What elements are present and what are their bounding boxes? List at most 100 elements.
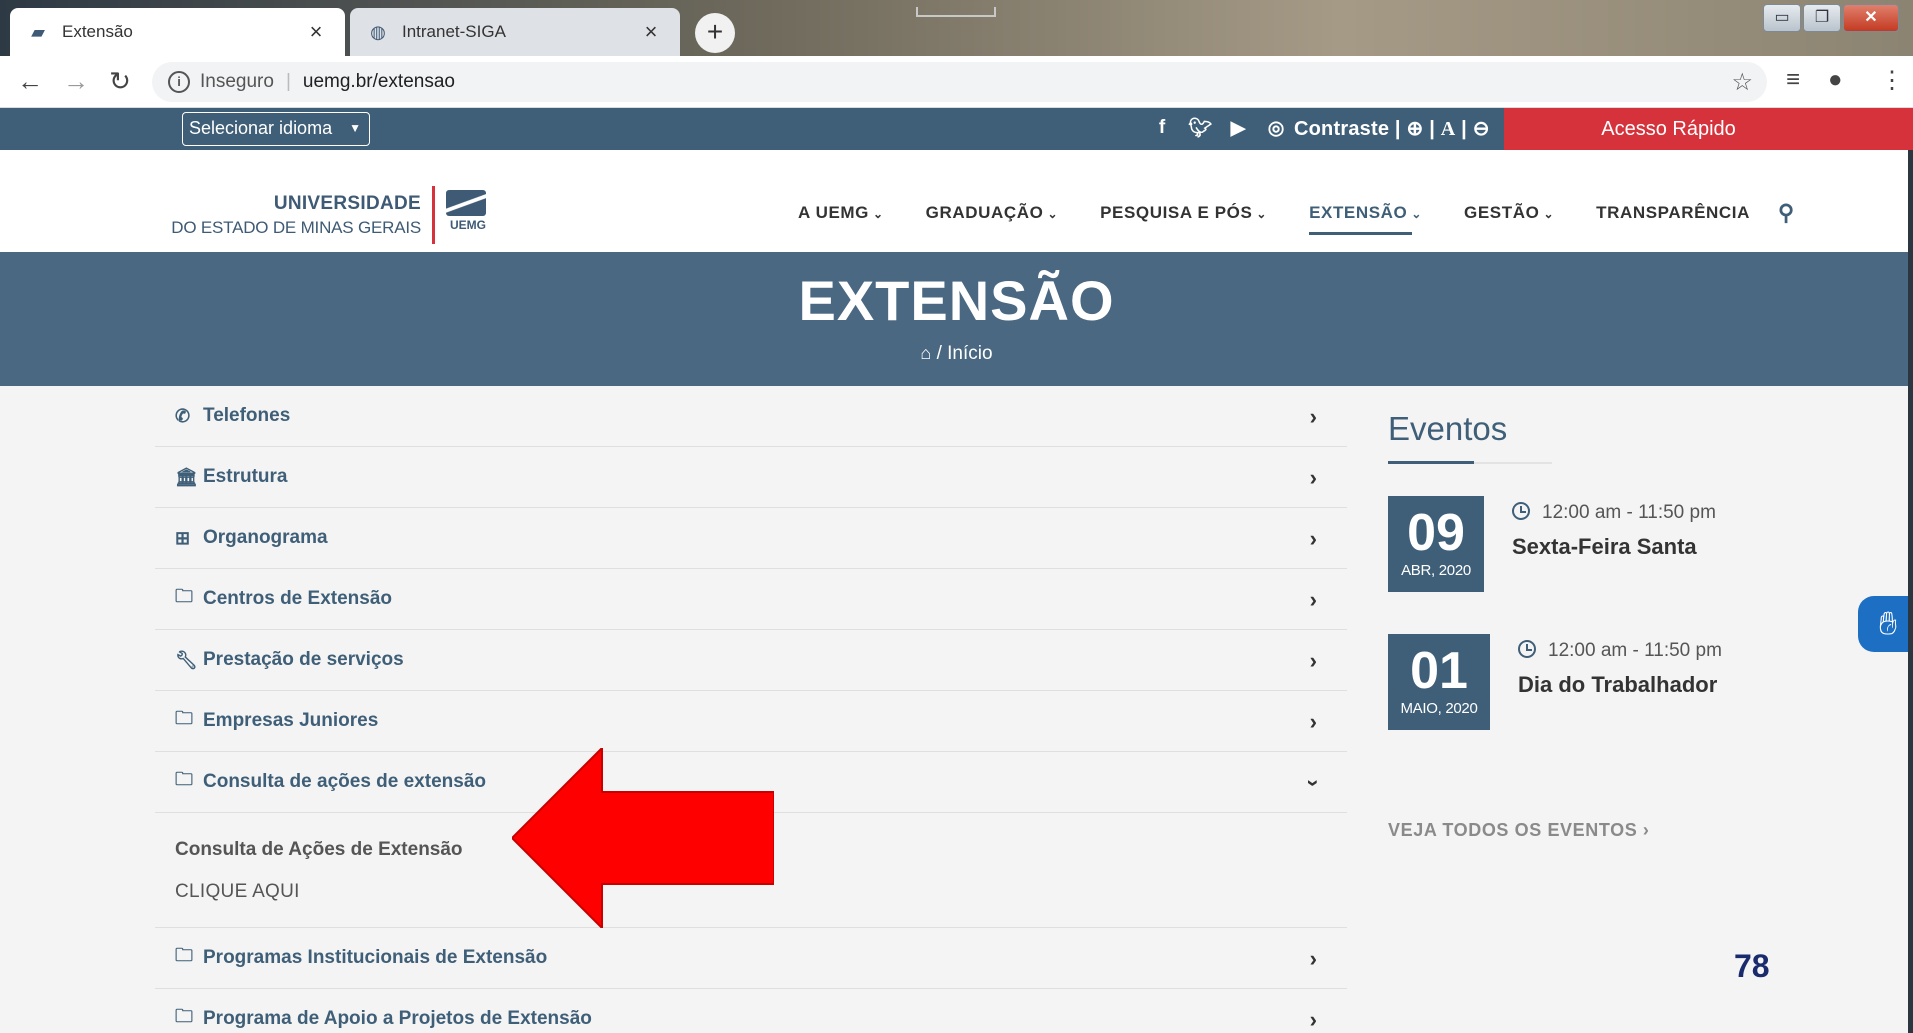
url-text[interactable]: uemg.br/extensao — [303, 71, 455, 93]
breadcrumb-current[interactable]: Início — [947, 343, 992, 364]
nav-item-transparencia[interactable]: TRANSPARÊNCIA — [1596, 203, 1750, 223]
nav-label: PESQUISA E PÓS — [1100, 203, 1253, 222]
search-icon[interactable]: ⚲ — [1778, 200, 1795, 226]
phone-icon: ✆ — [175, 405, 191, 426]
tab-extensao[interactable]: ▰ Extensão × — [10, 8, 345, 56]
zoom-out-icon[interactable]: ⊖ — [1473, 118, 1490, 140]
accordion-label: Prestação de serviços — [203, 649, 404, 670]
folder-icon: 🗀 — [175, 586, 193, 606]
instagram-icon[interactable]: ◎ — [1264, 117, 1288, 140]
chevron-right-icon: › — [1309, 648, 1317, 673]
accordion-label: Programa de Apoio a Projetos de Extensão — [203, 1008, 592, 1029]
chevron-right-icon: › — [1309, 1007, 1317, 1032]
chevron-right-icon: › — [1309, 526, 1317, 551]
reload-icon[interactable]: ↻ — [104, 66, 136, 96]
profile-avatar-icon[interactable]: ● — [1828, 66, 1843, 94]
chevron-down-icon: ⌄ — [1543, 207, 1555, 221]
new-tab-button[interactable]: + — [695, 13, 735, 53]
accordion-label: Centros de Extensão — [203, 588, 392, 609]
heading-underline — [1388, 461, 1552, 464]
event-item[interactable]: 01 MAIO, 2020 12:00 am - 11:50 pm Dia do… — [1388, 634, 1722, 730]
logo-symbol — [446, 190, 486, 216]
accordion-item-empresas[interactable]: 🗀 Empresas Juniores › — [155, 691, 1347, 752]
see-all-events-link[interactable]: VEJA TODOS OS EVENTOS › — [1388, 820, 1650, 841]
accordion-item-telefones[interactable]: ✆ Telefones › — [155, 386, 1347, 447]
address-bar[interactable]: i Inseguro | uemg.br/extensao ☆ — [152, 62, 1767, 102]
font-size-button[interactable]: A — [1441, 118, 1456, 140]
nav-item-graduacao[interactable]: GRADUAÇÃO ⌄ — [926, 203, 1058, 223]
events-widget: Eventos 09 ABR, 2020 12:00 am - 11:50 pm… — [1388, 410, 1788, 730]
info-icon[interactable]: i — [168, 71, 190, 93]
nav-label: GESTÃO — [1464, 203, 1540, 222]
chevron-right-icon: › — [1309, 465, 1317, 490]
nav-label: A UEMG — [798, 203, 869, 222]
globe-icon: ◍ — [370, 21, 386, 42]
page-banner: EXTENSÃO ⌂ / Início — [0, 252, 1913, 386]
accordion-label: Estrutura — [203, 466, 288, 487]
event-title[interactable]: Sexta-Feira Santa — [1512, 534, 1716, 560]
accordion-label: Programas Institucionais de Extensão — [203, 947, 548, 968]
tab-intranet-siga[interactable]: ◍ Intranet-SIGA × — [350, 8, 680, 56]
quick-access-button[interactable]: Acesso Rápido — [1504, 108, 1913, 150]
logo-line1: UNIVERSIDADE — [273, 193, 421, 214]
accordion-item-organograma[interactable]: ⊞ Organograma › — [155, 508, 1347, 569]
forward-arrow-icon[interactable]: → — [60, 66, 92, 96]
breadcrumb: ⌂ / Início — [0, 343, 1913, 365]
accordion-item-centros[interactable]: 🗀 Centros de Extensão › — [155, 569, 1347, 630]
close-tab-icon[interactable]: × — [303, 19, 329, 45]
maximize-icon[interactable]: ❐ — [1803, 4, 1841, 32]
sign-language-icon[interactable]: ✋︎ — [1858, 596, 1913, 652]
event-month: ABR, 2020 — [1401, 562, 1471, 579]
event-item[interactable]: 09 ABR, 2020 12:00 am - 11:50 pm Sexta-F… — [1388, 496, 1716, 592]
accordion-item-programas[interactable]: 🗀 Programas Institucionais de Extensão › — [155, 928, 1347, 989]
minimize-icon[interactable]: ▭ — [1763, 4, 1801, 32]
close-tab-icon[interactable]: × — [638, 19, 664, 45]
close-window-icon[interactable]: ✕ — [1843, 4, 1899, 32]
back-arrow-icon[interactable]: ← — [14, 66, 46, 96]
facebook-icon[interactable]: f — [1150, 117, 1174, 139]
chevron-down-icon: ⌄ — [1411, 207, 1423, 221]
nav-label: GRADUAÇÃO — [925, 203, 1044, 222]
media-control-icon[interactable]: ≡ — [1786, 66, 1800, 94]
event-time: 12:00 am - 11:50 pm — [1518, 640, 1722, 662]
event-title[interactable]: Dia do Trabalhador — [1518, 672, 1722, 698]
chevron-down-icon: › — [1301, 779, 1327, 787]
sitemap-icon: ⊞ — [175, 527, 191, 548]
twitter-icon[interactable]: 🐦︎ — [1188, 116, 1212, 140]
accordion-item-estrutura[interactable]: 🏛︎ Estrutura › — [155, 447, 1347, 508]
accordion-label: Consulta de ações de extensão — [203, 771, 486, 792]
extension-accordion: ✆ Telefones › 🏛︎ Estrutura › ⊞ Organogra… — [155, 386, 1347, 1033]
event-day: 09 — [1407, 504, 1465, 562]
address-separator: | — [285, 71, 291, 92]
event-month: MAIO, 2020 — [1400, 700, 1478, 717]
contrast-toggle[interactable]: Contraste | — [1294, 118, 1401, 140]
accordion-item-apoio[interactable]: 🗀 Programa de Apoio a Projetos de Extens… — [155, 989, 1347, 1033]
clock-icon — [1512, 502, 1530, 520]
events-heading: Eventos — [1388, 410, 1508, 447]
chevron-right-icon: › — [1309, 709, 1317, 734]
zoom-in-icon[interactable]: ⊕ — [1406, 118, 1423, 140]
bookmark-star-icon[interactable]: ☆ — [1731, 68, 1753, 97]
window-drag-handle[interactable] — [916, 7, 996, 17]
university-logo[interactable]: UNIVERSIDADE DO ESTADO DE MINAS GERAIS — [171, 192, 421, 240]
window-controls: ▭ ❐ ✕ — [1763, 4, 1899, 32]
uemg-logo-icon[interactable]: UEMG — [446, 190, 490, 240]
accordion-item-prestacao[interactable]: 🔧︎ Prestação de serviços › — [155, 630, 1347, 691]
kebab-menu-icon[interactable]: ⋮ — [1880, 66, 1904, 95]
nav-item-pesquisa[interactable]: PESQUISA E PÓS ⌄ — [1100, 203, 1267, 223]
event-info: 12:00 am - 11:50 pm Sexta-Feira Santa — [1512, 502, 1716, 592]
browser-toolbar: ← → ↻ i Inseguro | uemg.br/extensao ☆ ≡ … — [0, 56, 1913, 108]
nav-item-gestao[interactable]: GESTÃO ⌄ — [1464, 203, 1554, 223]
tab-label: Extensão — [62, 22, 133, 41]
home-icon[interactable]: ⌂ — [920, 343, 931, 363]
nav-item-a-uemg[interactable]: A UEMG ⌄ — [798, 203, 884, 223]
nav-label: TRANSPARÊNCIA — [1596, 203, 1750, 222]
logo-divider — [432, 186, 435, 244]
event-time-text: 12:00 am - 11:50 pm — [1548, 640, 1722, 661]
browser-tab-strip: ▰ Extensão × ◍ Intranet-SIGA × + ▭ ❐ ✕ — [0, 0, 1913, 56]
youtube-icon[interactable]: ▶ — [1226, 117, 1250, 140]
folder-icon: 🗀 — [175, 769, 193, 789]
language-select[interactable]: Selecionar idioma ▼ — [182, 112, 370, 146]
accordion-label: Organograma — [203, 527, 328, 548]
nav-item-extensao[interactable]: EXTENSÃO ⌄ — [1309, 203, 1423, 235]
